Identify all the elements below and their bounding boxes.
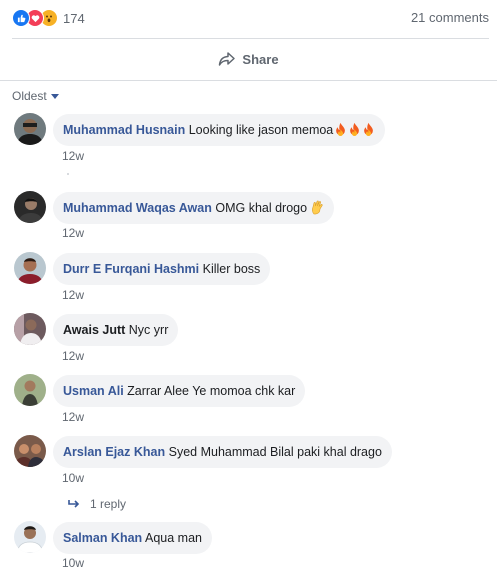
comment-author[interactable]: Muhammad Waqas Awan [63,201,212,215]
comment-text: OMG khal drogo [215,201,308,215]
comment-sort-dropdown[interactable]: Oldest [12,89,59,103]
avatar[interactable] [14,435,46,467]
avatar[interactable] [14,113,46,145]
reply-arrow-icon [68,500,80,508]
comment-bubble: Salman Khan Aqua man [53,522,212,554]
comment-bubble: Muhammad Waqas Awan OMG khal drogo [53,192,334,224]
like-icon [12,9,30,27]
comment-author[interactable]: Arslan Ejaz Khan [63,445,165,459]
share-button[interactable]: Share [0,46,497,72]
comment-timestamp[interactable]: 12w [62,226,84,240]
comment-bubble: Arslan Ejaz Khan Syed Muhammad Bilal pak… [53,436,392,468]
avatar[interactable] [14,191,46,223]
comment-bubble: Awais Jutt Nyc yrr [53,314,179,346]
comment-text: Zarrar Alee Ye momoa chk kar [127,384,296,398]
comment-timestamp[interactable]: 12w [62,149,84,163]
comment-bubble: Durr E Furqani Hashmi Killer boss [53,253,271,285]
comment-text: Syed Muhammad Bilal paki khal drago [168,445,382,459]
comment-author[interactable]: Usman Ali [63,384,124,398]
divider [0,80,497,81]
comment-text: Aqua man [144,531,202,545]
comment-timestamp[interactable]: 12w [62,288,84,302]
comment-text: Killer boss [202,262,261,276]
comment-timestamp[interactable]: 10w [62,471,84,485]
comment-timestamp[interactable]: 10w [62,556,84,570]
comment-text: Looking like jason memoa [188,123,334,137]
comment-bubble: Muhammad Husnain Looking like jason memo… [53,114,386,146]
post-stats-bar: 174 21 comments [0,0,497,36]
share-label: Share [242,51,279,67]
comment-author[interactable]: Salman Khan [63,531,142,545]
comment-timestamp[interactable]: 12w [62,349,84,363]
caret-down-icon [50,93,59,99]
comment-text: Nyc yrr [128,323,169,337]
share-icon [219,52,236,66]
thread-dot [67,173,69,175]
avatar[interactable] [14,252,46,284]
ok-hand-icon [311,200,324,215]
avatar[interactable] [14,521,46,553]
comment-bubble: Usman Ali Zarrar Alee Ye momoa chk kar [53,375,306,407]
comment-author[interactable]: Muhammad Husnain [63,123,185,137]
comment-count-link[interactable]: 21 comments [411,10,489,25]
fire-icon [333,122,375,137]
comment-timestamp[interactable]: 12w [62,410,84,424]
avatar[interactable] [14,313,46,345]
avatar[interactable] [14,374,46,406]
divider [12,38,489,39]
view-replies-link[interactable]: 1 reply [68,497,126,511]
reaction-count: 174 [63,10,85,26]
reactions-summary[interactable]: 174 [12,9,85,27]
replies-count: 1 reply [90,497,127,511]
comment-author[interactable]: Awais Jutt [63,323,125,337]
comment-author[interactable]: Durr E Furqani Hashmi [63,262,199,276]
sort-label: Oldest [12,89,47,103]
